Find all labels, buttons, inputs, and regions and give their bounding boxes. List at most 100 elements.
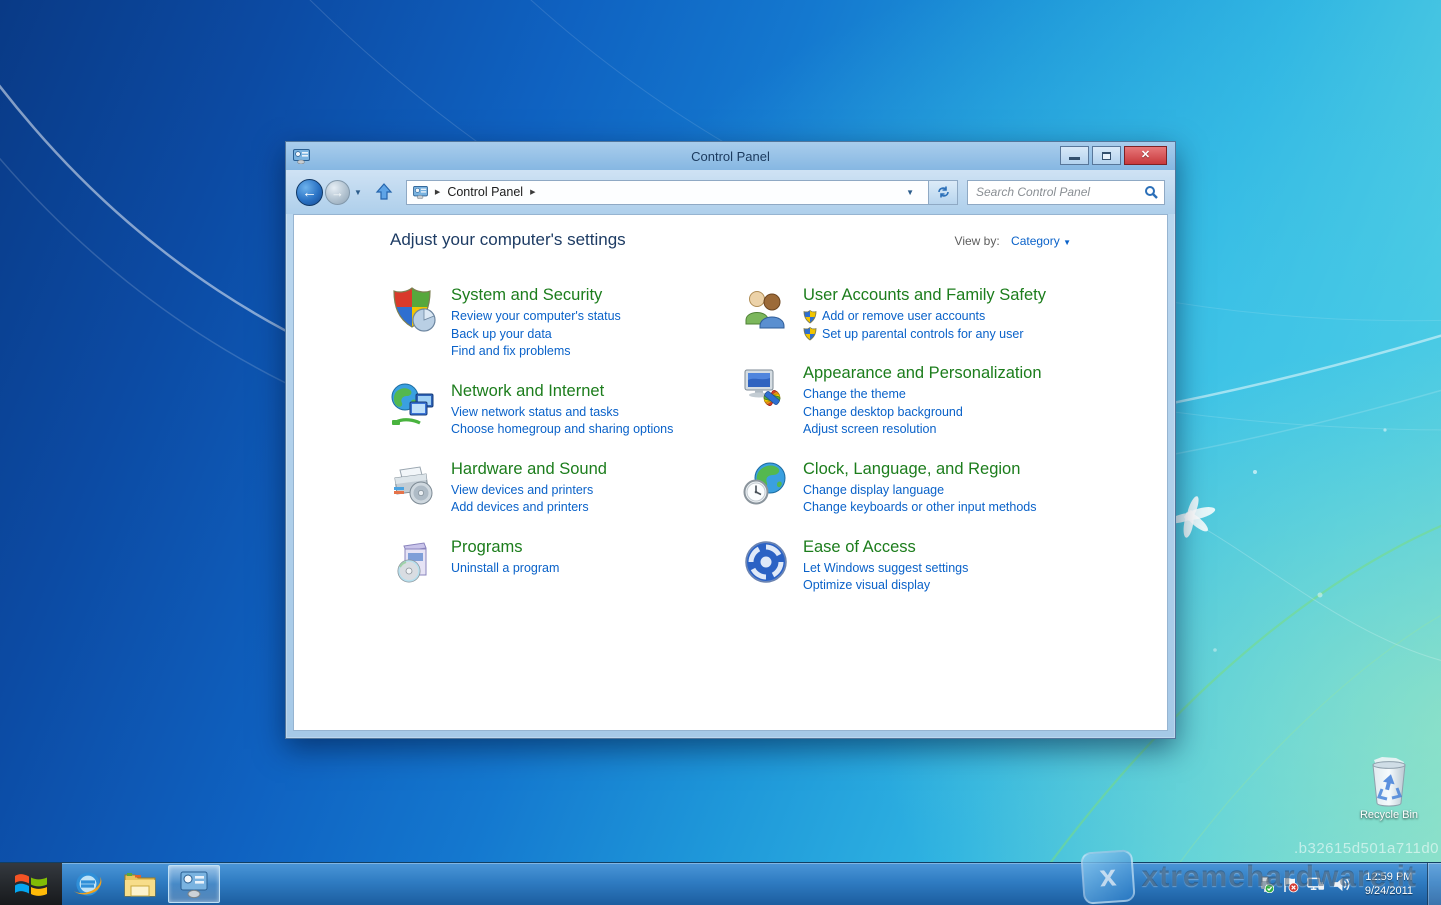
view-by-category-dropdown[interactable]: Category ▼ [1011, 234, 1071, 248]
category-title-link[interactable]: Network and Internet [451, 382, 673, 401]
system-tray: 12:59 PM 9/24/2011 [1257, 863, 1427, 905]
category-title-link[interactable]: Appearance and Personalization [803, 364, 1042, 383]
address-location-icon [413, 186, 428, 199]
recycle-bin[interactable]: Recycle Bin [1358, 756, 1420, 821]
category-text: Hardware and Sound View devices and prin… [451, 460, 607, 517]
start-button[interactable] [0, 863, 62, 905]
category-title-link[interactable]: System and Security [451, 286, 621, 305]
programs-icon[interactable] [390, 538, 438, 586]
category-programs: Programs Uninstall a program [390, 538, 742, 586]
refresh-button[interactable] [928, 180, 958, 205]
clock-date: 9/24/2011 [1365, 884, 1413, 898]
link-label: Add or remove user accounts [822, 308, 985, 326]
category-title-link[interactable]: User Accounts and Family Safety [803, 286, 1046, 305]
search-icon[interactable] [1144, 185, 1158, 199]
titlebar[interactable]: Control Panel ✕ [286, 142, 1175, 170]
link-change-keyboards[interactable]: Change keyboards or other input methods [803, 499, 1036, 517]
category-title-link[interactable]: Clock, Language, and Region [803, 460, 1036, 479]
link-adjust-screen-resolution[interactable]: Adjust screen resolution [803, 421, 1042, 439]
link-find-and-fix-problems[interactable]: Find and fix problems [451, 343, 621, 361]
search-box [967, 180, 1165, 205]
user-accounts-icon[interactable] [742, 286, 790, 334]
navigation-bar: ← → ▼ ▶ Control Panel ▶ ▼ [286, 170, 1175, 214]
forward-arrow-icon: → [331, 185, 344, 200]
category-ease-of-access: Ease of Access Let Windows suggest setti… [742, 538, 1046, 595]
link-let-windows-suggest-settings[interactable]: Let Windows suggest settings [803, 560, 968, 578]
close-icon: ✕ [1141, 150, 1150, 161]
view-by-label: View by: [955, 234, 1000, 248]
back-arrow-icon: ← [302, 184, 317, 201]
link-add-remove-user-accounts[interactable]: Add or remove user accounts [803, 308, 1046, 326]
up-arrow-icon [375, 183, 393, 201]
category-hardware-and-sound: Hardware and Sound View devices and prin… [390, 460, 742, 517]
action-center-tray-icon[interactable] [1282, 875, 1300, 893]
link-uninstall-a-program[interactable]: Uninstall a program [451, 560, 559, 578]
link-view-devices-printers[interactable]: View devices and printers [451, 482, 607, 500]
page-title: Adjust your computer's settings [390, 230, 626, 250]
right-column: User Accounts and Family Safety Add o [742, 286, 1046, 616]
breadcrumb-arrow-icon[interactable]: ▶ [435, 188, 440, 196]
file-explorer-taskbar-button[interactable] [114, 863, 166, 905]
link-set-up-parental-controls[interactable]: Set up parental controls for any user [803, 326, 1046, 344]
link-back-up-your-data[interactable]: Back up your data [451, 326, 621, 344]
category-text: User Accounts and Family Safety Add o [803, 286, 1046, 343]
link-view-network-status[interactable]: View network status and tasks [451, 404, 673, 422]
ease-of-access-icon[interactable] [742, 538, 790, 586]
back-button[interactable]: ← [296, 179, 323, 206]
recycle-bin-icon [1366, 756, 1412, 808]
clock-language-region-icon[interactable] [742, 460, 790, 508]
link-change-desktop-background[interactable]: Change desktop background [803, 404, 1042, 422]
link-review-computer-status[interactable]: Review your computer's status [451, 308, 621, 326]
control-panel-window: Control Panel ✕ ← → ▼ ▶ [285, 141, 1176, 739]
search-input[interactable] [974, 184, 1144, 200]
link-optimize-visual-display[interactable]: Optimize visual display [803, 577, 968, 595]
category-text: Clock, Language, and Region Change displ… [803, 460, 1036, 517]
address-bar-group: ▶ Control Panel ▶ ▼ [406, 180, 958, 205]
build-watermark: .b32615d501a711d0 [1294, 840, 1439, 857]
hardware-and-sound-icon[interactable] [390, 460, 438, 508]
maximize-button[interactable] [1092, 146, 1121, 165]
folder-icon [123, 870, 157, 898]
link-choose-homegroup[interactable]: Choose homegroup and sharing options [451, 421, 673, 439]
category-title-link[interactable]: Ease of Access [803, 538, 968, 557]
chevron-down-icon: ▼ [1063, 238, 1071, 247]
address-dropdown-icon[interactable]: ▼ [898, 188, 922, 197]
taskbar-clock[interactable]: 12:59 PM 9/24/2011 [1357, 870, 1421, 898]
clock-time: 12:59 PM [1365, 870, 1413, 884]
control-panel-taskbar-button[interactable] [168, 865, 220, 903]
control-panel-taskbar-icon [179, 869, 209, 899]
left-column: System and Security Review your computer… [390, 286, 742, 616]
category-text: System and Security Review your computer… [451, 286, 621, 361]
network-tray-icon[interactable] [1307, 875, 1325, 893]
category-text: Programs Uninstall a program [451, 538, 559, 586]
category-network-and-internet: Network and Internet View network status… [390, 382, 742, 439]
link-label: Set up parental controls for any user [822, 326, 1024, 344]
minimize-icon [1069, 157, 1080, 160]
minimize-button[interactable] [1060, 146, 1089, 165]
breadcrumb-arrow-icon[interactable]: ▶ [530, 188, 535, 196]
internet-explorer-taskbar-button[interactable] [62, 863, 114, 905]
category-title-link[interactable]: Hardware and Sound [451, 460, 607, 479]
breadcrumb[interactable]: Control Panel [447, 185, 523, 199]
windows-flag-icon [14, 869, 48, 899]
usb-device-tray-icon[interactable] [1257, 875, 1275, 893]
show-desktop-button[interactable] [1427, 863, 1441, 905]
volume-tray-icon[interactable] [1332, 875, 1350, 893]
close-button[interactable]: ✕ [1124, 146, 1167, 165]
appearance-personalization-icon[interactable] [742, 364, 790, 412]
network-and-internet-icon[interactable] [390, 382, 438, 430]
window-controls: ✕ [1060, 146, 1167, 165]
recent-pages-chevron-icon[interactable]: ▼ [354, 188, 362, 197]
address-bar[interactable]: ▶ Control Panel ▶ ▼ [406, 180, 928, 205]
system-and-security-icon[interactable] [390, 286, 438, 334]
forward-button[interactable]: → [325, 180, 350, 205]
category-text: Ease of Access Let Windows suggest setti… [803, 538, 968, 595]
refresh-icon [936, 185, 951, 199]
link-change-the-theme[interactable]: Change the theme [803, 386, 1042, 404]
category-title-link[interactable]: Programs [451, 538, 559, 557]
link-change-display-language[interactable]: Change display language [803, 482, 1036, 500]
link-add-devices-printers[interactable]: Add devices and printers [451, 499, 607, 517]
up-button[interactable] [372, 180, 396, 204]
category-clock-language-region: Clock, Language, and Region Change displ… [742, 460, 1046, 517]
taskbar: 12:59 PM 9/24/2011 [0, 862, 1441, 905]
